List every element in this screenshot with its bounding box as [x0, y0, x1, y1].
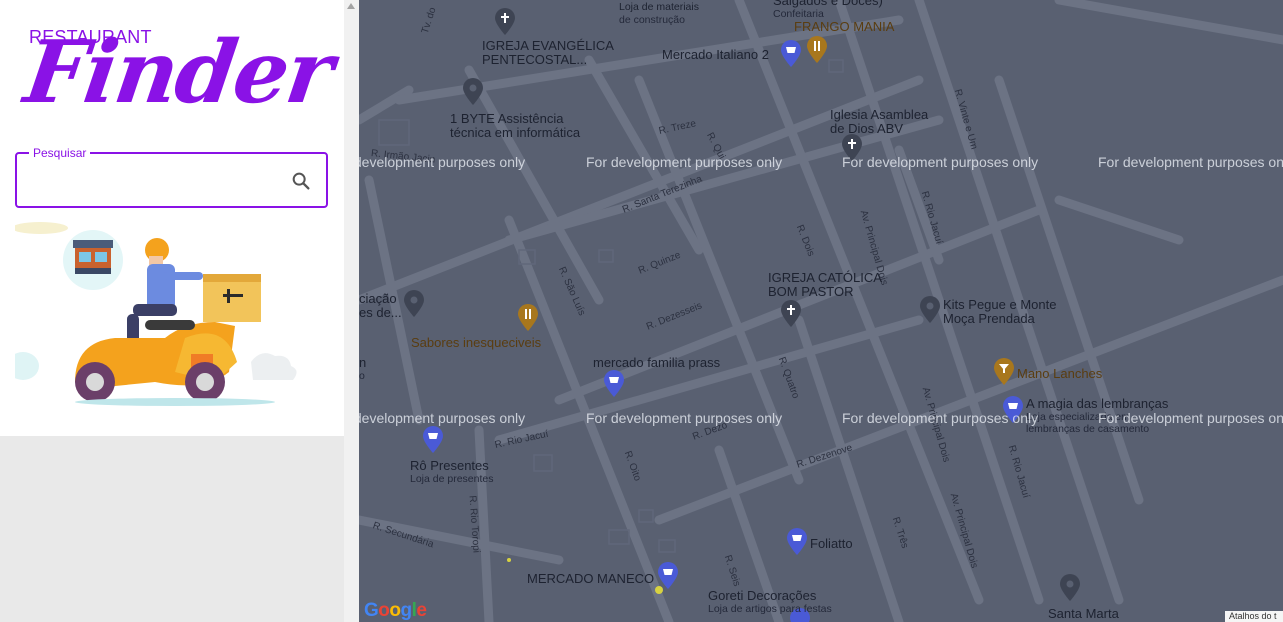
shopping-pin-icon[interactable]	[602, 370, 626, 398]
place-label[interactable]: MERCADO MANECO	[527, 572, 654, 586]
place-label: no	[359, 355, 367, 383]
place-label[interactable]: Loja de materiais de construção	[619, 0, 699, 26]
restaurant-pin-icon[interactable]	[516, 304, 540, 332]
place-pin-icon[interactable]	[918, 296, 942, 324]
google-logo[interactable]: Google	[364, 600, 427, 622]
search-field[interactable]: Pesquisar	[15, 146, 328, 208]
dev-watermark: For development purposes only	[1098, 410, 1283, 426]
place-label[interactable]: Kits Pegue e Monte Moça Prendada	[943, 298, 1056, 326]
place-label[interactable]: Salgados e Doces) Confeitaria	[773, 0, 883, 20]
place-label-frango-mania[interactable]: FRANGO MANIA	[794, 20, 894, 34]
bar-pin-icon[interactable]	[992, 358, 1016, 386]
keyboard-shortcuts-link[interactable]: Atalhos do t	[1225, 611, 1283, 622]
place-label[interactable]: Rô Presentes Loja de presentes	[410, 459, 493, 486]
dev-watermark: For development purposes only	[359, 410, 526, 426]
place-label[interactable]: IGREJA EVANGÉLICA PENTECOSTAL...	[482, 39, 614, 67]
place-pin-icon[interactable]	[461, 78, 485, 106]
shopping-pin-icon[interactable]	[656, 562, 680, 590]
app-root: RESTAURANT Finder Pesquisar Tv. do R. Ir…	[0, 0, 1283, 622]
search-icon[interactable]	[290, 170, 312, 192]
place-label[interactable]: Santa Marta	[1048, 607, 1119, 621]
shopping-pin-icon[interactable]	[779, 40, 803, 68]
place-label-mano-lanches[interactable]: Mano Lanches	[1017, 367, 1102, 381]
dev-watermark: For development purposes only	[359, 154, 526, 170]
map-view[interactable]: Tv. do R. Irmão Jacin R. Treze R. Qui R.…	[359, 0, 1283, 622]
dev-watermark: For development purposes only	[586, 410, 783, 426]
place-label[interactable]: Mercado Italiano 2	[662, 48, 769, 62]
sidebar-panel: RESTAURANT Finder Pesquisar	[0, 0, 344, 436]
shopping-pin-icon[interactable]	[785, 528, 809, 556]
search-input[interactable]	[29, 168, 279, 194]
place-pin-icon[interactable]	[402, 290, 426, 318]
place-label-sabores[interactable]: Sabores inesqueciveis	[411, 336, 541, 350]
dev-watermark: For development purposes only	[842, 154, 1039, 170]
dev-watermark: For development purposes only	[842, 410, 1039, 426]
shopping-pin-icon[interactable]	[421, 426, 445, 454]
church-pin-icon[interactable]	[493, 8, 517, 36]
place-label[interactable]: Goreti Decorações Loja de artigos para fe…	[708, 589, 832, 616]
place-label[interactable]: Iglesia Asamblea de Dios ABV	[830, 108, 928, 136]
place-label[interactable]: 1 BYTE Assistência técnica em informática	[450, 112, 580, 140]
scroll-up-arrow-icon[interactable]	[347, 3, 355, 9]
sidebar-scrollbar[interactable]	[344, 0, 359, 622]
place-label[interactable]: mercado familia prass	[593, 356, 720, 370]
place-label[interactable]: ciação es de...	[359, 292, 402, 320]
restaurant-pin-icon[interactable]	[805, 36, 829, 64]
church-pin-icon[interactable]	[779, 300, 803, 328]
place-label[interactable]: Foliatto	[810, 537, 853, 551]
map-roads	[359, 0, 1283, 622]
sidebar: RESTAURANT Finder Pesquisar	[0, 0, 344, 622]
dev-watermark: For development purposes only	[1098, 154, 1283, 170]
place-pin-icon[interactable]	[1058, 574, 1082, 602]
place-label[interactable]: IGREJA CATÓLICA BOM PASTOR	[768, 271, 882, 299]
logo-finder-text: Finder	[18, 22, 338, 123]
delivery-scooter-illustration	[15, 222, 297, 406]
dev-watermark: For development purposes only	[586, 154, 783, 170]
search-label: Pesquisar	[29, 146, 91, 160]
